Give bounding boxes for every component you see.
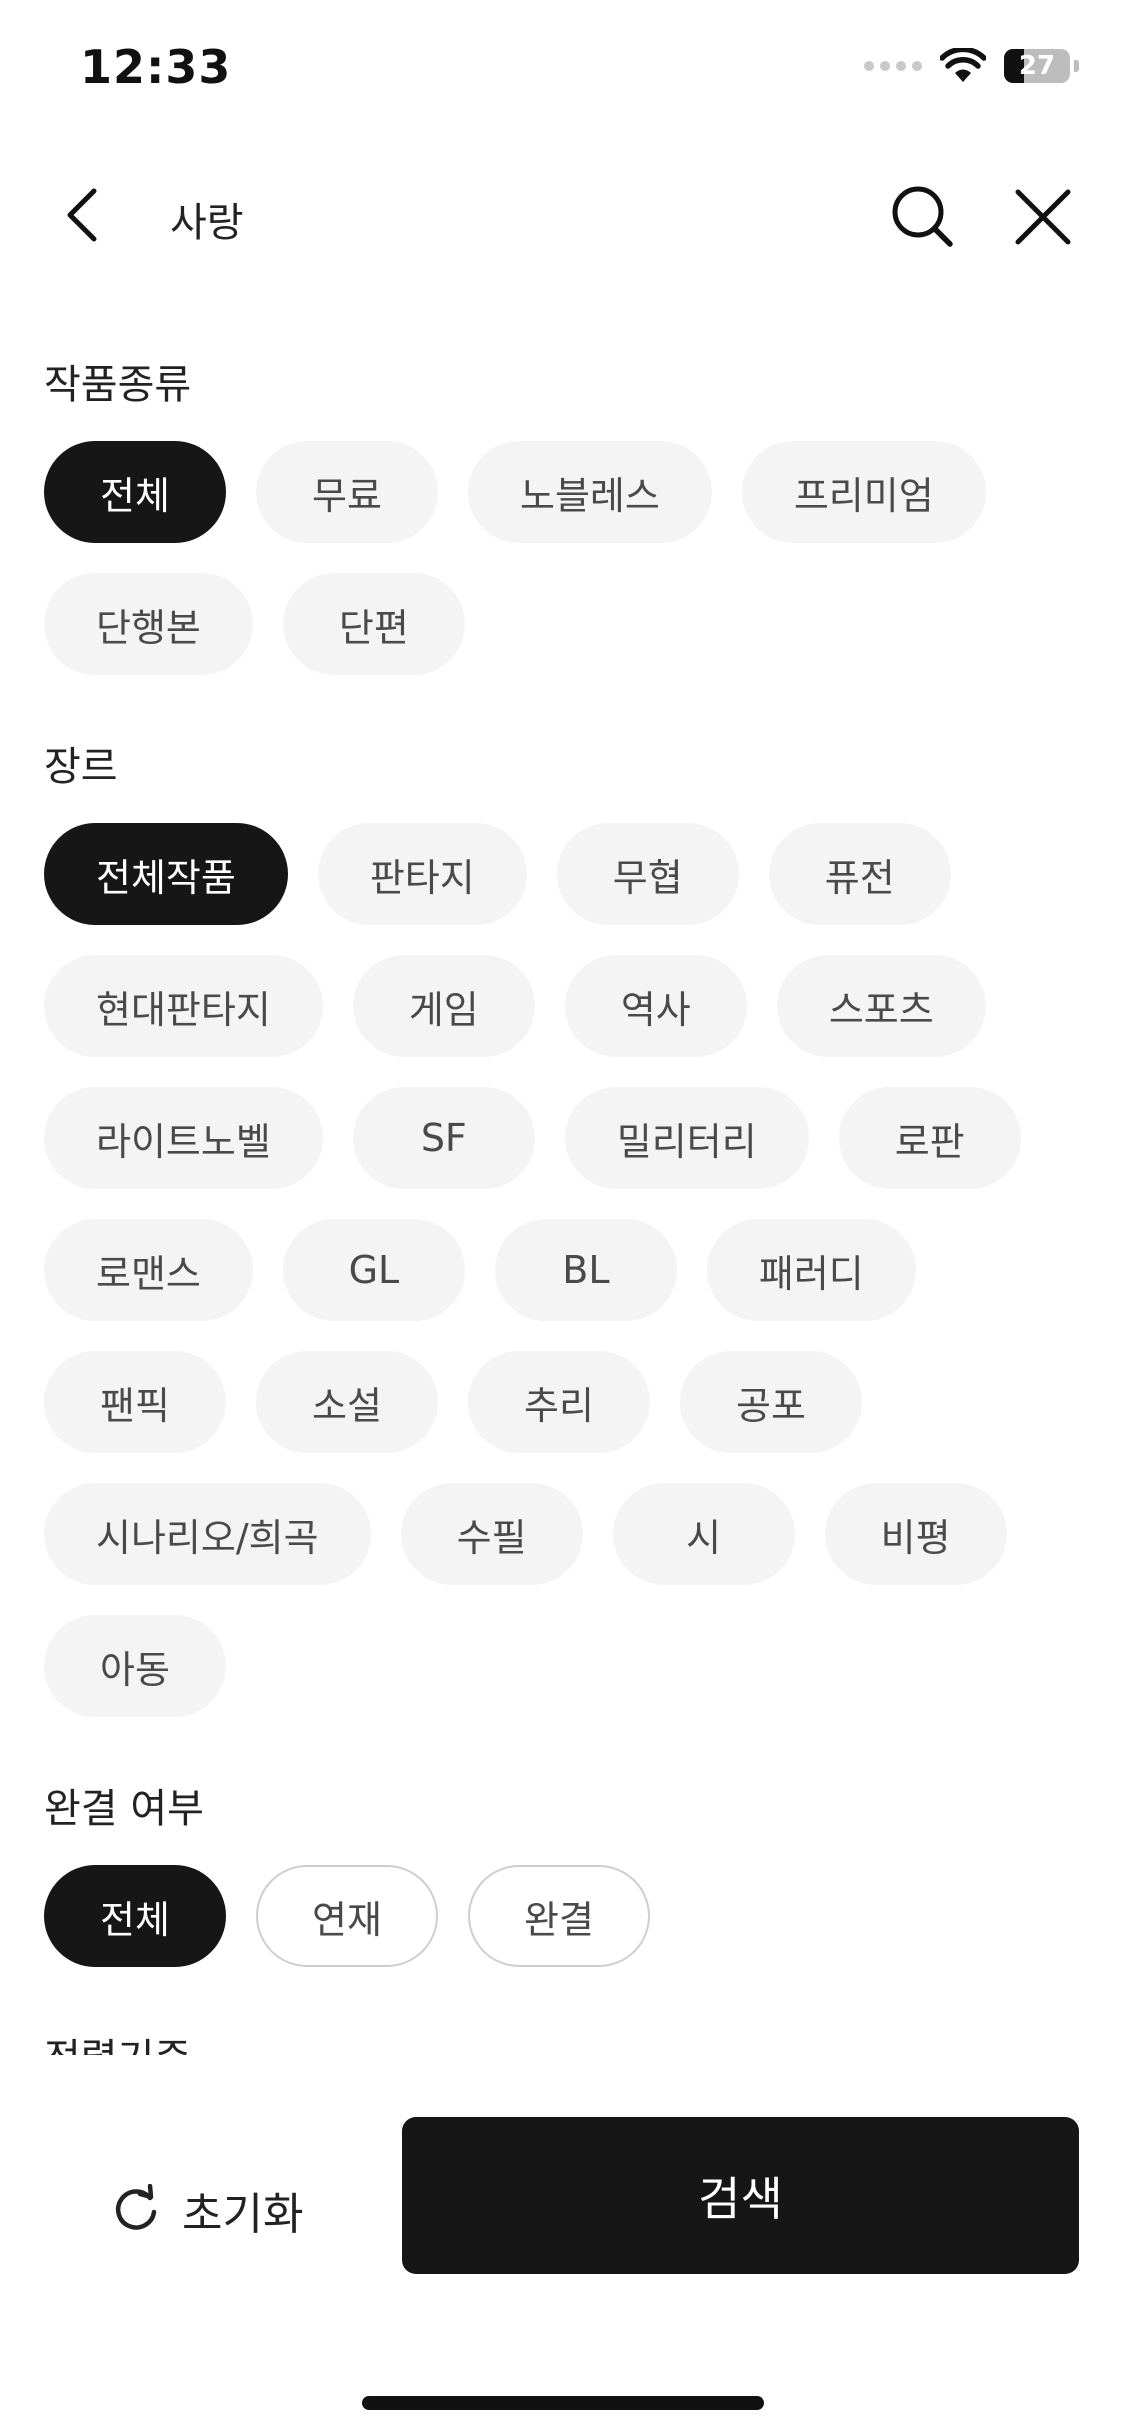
home-indicator (362, 2396, 764, 2410)
chip-completion-completed[interactable]: 완결 (468, 1865, 650, 1967)
chip-genre-light-novel[interactable]: 라이트노벨 (44, 1087, 323, 1189)
work-type-chips: 전체 무료 노블레스 프리미엄 단행본 단편 (44, 441, 1084, 675)
chip-genre-rofan[interactable]: 로판 (838, 1087, 1021, 1189)
search-button[interactable] (888, 182, 958, 252)
chip-genre-poetry[interactable]: 시 (612, 1483, 795, 1585)
chip-genre-children[interactable]: 아동 (44, 1615, 226, 1717)
close-button[interactable] (1008, 182, 1078, 252)
cellular-signal-icon (864, 61, 922, 71)
genre-title: 장르 (44, 744, 118, 790)
search-submit-button[interactable]: 검색 (402, 2117, 1079, 2274)
chip-genre-fanfic[interactable]: 팬픽 (44, 1351, 226, 1453)
refresh-icon (115, 2184, 157, 2230)
chip-genre-bl[interactable]: BL (494, 1219, 677, 1321)
filter-panel: 작품종류 전체 무료 노블레스 프리미엄 단행본 단편 장르 전체작품 판타지 … (44, 355, 1084, 2055)
chip-genre-criticism[interactable]: 비평 (824, 1483, 1007, 1585)
chip-genre-scenario[interactable]: 시나리오/희곡 (44, 1483, 371, 1585)
chip-work-type-volume[interactable]: 단행본 (44, 573, 253, 675)
battery-level: 27 (1018, 51, 1056, 81)
chip-genre-history[interactable]: 역사 (564, 955, 747, 1057)
chip-work-type-premium[interactable]: 프리미엄 (741, 441, 986, 543)
chip-completion-ongoing[interactable]: 연재 (256, 1865, 438, 1967)
bottom-action-bar: 초기화 검색 (0, 2055, 1125, 2436)
chip-genre-all[interactable]: 전체작품 (44, 823, 288, 925)
status-bar: 12:33 27 (0, 0, 1125, 140)
chip-genre-romance[interactable]: 로맨스 (44, 1219, 253, 1321)
chip-genre-game[interactable]: 게임 (352, 955, 535, 1057)
completion-chips: 전체 연재 완결 (44, 1865, 1084, 1967)
completion-title: 완결 여부 (44, 1786, 204, 1832)
chevron-left-icon (67, 188, 97, 242)
chip-genre-mystery[interactable]: 추리 (468, 1351, 650, 1453)
chip-genre-essay[interactable]: 수필 (400, 1483, 583, 1585)
back-button[interactable] (52, 185, 112, 245)
search-icon (892, 186, 953, 247)
status-icons: 27 (864, 48, 1079, 84)
chip-genre-fantasy[interactable]: 판타지 (317, 823, 527, 925)
chip-work-type-noblesse[interactable]: 노블레스 (468, 441, 712, 543)
chip-genre-gl[interactable]: GL (282, 1219, 465, 1321)
chip-genre-modern-fantasy[interactable]: 현대판타지 (44, 955, 323, 1057)
chip-genre-military[interactable]: 밀리터리 (564, 1087, 809, 1189)
work-type-title: 작품종류 (44, 362, 192, 408)
chip-genre-parody[interactable]: 패러디 (706, 1219, 916, 1321)
close-icon (1015, 189, 1071, 245)
reset-button[interactable]: 초기화 (110, 2170, 303, 2250)
chip-work-type-all[interactable]: 전체 (44, 441, 226, 543)
search-header: 사랑 (0, 170, 1125, 260)
chip-genre-novel[interactable]: 소설 (256, 1351, 438, 1453)
wifi-icon (940, 48, 986, 82)
reset-label: 초기화 (182, 2189, 304, 2240)
chip-genre-fusion[interactable]: 퓨전 (768, 823, 951, 925)
chip-genre-horror[interactable]: 공포 (680, 1351, 862, 1453)
chip-genre-sf[interactable]: SF (352, 1087, 535, 1189)
chip-genre-sports[interactable]: 스포츠 (776, 955, 986, 1057)
chip-genre-martial-arts[interactable]: 무협 (556, 823, 739, 925)
battery-icon: 27 (1004, 49, 1070, 83)
battery-tip (1074, 60, 1079, 72)
sort-title: 정렬기준 (44, 2029, 1084, 2055)
chip-work-type-free[interactable]: 무료 (256, 441, 438, 543)
status-time: 12:33 (80, 40, 232, 94)
search-query[interactable]: 사랑 (170, 190, 244, 248)
genre-chips: 전체작품 판타지 무협 퓨전 현대판타지 게임 역사 스포츠 라이트노벨 SF … (44, 823, 1084, 1717)
chip-work-type-short[interactable]: 단편 (282, 573, 465, 675)
chip-completion-all[interactable]: 전체 (44, 1865, 226, 1967)
